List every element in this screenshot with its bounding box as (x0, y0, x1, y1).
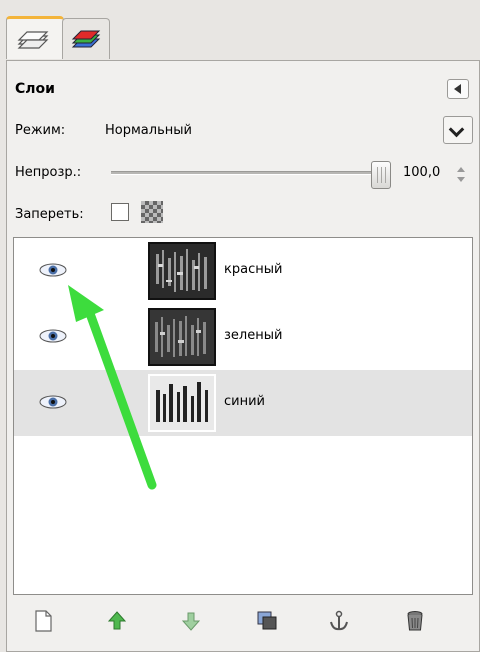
layer-thumbnail-image (150, 244, 214, 298)
raise-layer-icon (107, 611, 127, 630)
spin-down-icon[interactable] (457, 177, 465, 182)
lock-alpha-icon[interactable] (141, 201, 163, 223)
layer-name[interactable]: красный (224, 262, 282, 277)
spin-up-icon[interactable] (457, 167, 465, 172)
anchor-layer-icon (330, 610, 348, 631)
duplicate-layer-button[interactable] (253, 607, 281, 635)
layer-row[interactable]: зеленый (14, 304, 472, 370)
eye-icon[interactable] (38, 262, 68, 278)
mode-select[interactable]: Нормальный (105, 123, 192, 138)
panel-title: Слои (15, 81, 55, 97)
mode-dropdown-button[interactable] (443, 116, 473, 144)
layer-thumbnail[interactable] (148, 242, 216, 300)
delete-layer-button[interactable] (401, 607, 429, 635)
lock-pixels-checkbox[interactable] (111, 203, 129, 221)
lock-label: Запереть: (15, 207, 84, 222)
opacity-spin-buttons[interactable] (454, 161, 468, 189)
layer-row[interactable]: красный (14, 238, 472, 304)
panel-menu-button[interactable] (447, 79, 469, 99)
layer-thumbnail[interactable] (148, 374, 216, 432)
layer-toolbar (13, 601, 473, 641)
window-edge (480, 0, 488, 652)
layers-tab-icon (17, 31, 49, 49)
mode-label: Режим: (15, 123, 66, 138)
new-layer-button[interactable] (29, 607, 57, 635)
tab-channels[interactable] (62, 18, 110, 59)
layer-row-selected[interactable]: синий (14, 370, 472, 436)
anchor-layer-button[interactable] (325, 607, 353, 635)
layer-name[interactable]: зеленый (224, 328, 282, 343)
opacity-slider-track[interactable] (111, 172, 373, 175)
layer-thumbnail-image (150, 376, 214, 430)
delete-layer-icon (407, 611, 423, 631)
opacity-value-field[interactable]: 100,0 (403, 165, 440, 180)
tab-layers[interactable] (6, 16, 64, 59)
eye-icon[interactable] (38, 394, 68, 410)
layers-panel: Слои Режим: Нормальный Непрозр.: 100,0 З… (6, 60, 480, 652)
opacity-slider-fill (111, 171, 373, 172)
lower-layer-button[interactable] (177, 607, 205, 635)
layer-thumbnail-image (150, 310, 214, 364)
channels-tab-icon (71, 30, 101, 48)
chevron-down-icon (448, 121, 465, 138)
lower-layer-icon (181, 612, 201, 631)
layer-list[interactable]: красный зеленый синий (13, 237, 473, 595)
triangle-left-icon (454, 84, 461, 94)
dock-tab-bar (0, 0, 480, 60)
layers-dock: Слои Режим: Нормальный Непрозр.: 100,0 З… (0, 0, 488, 652)
layer-thumbnail[interactable] (148, 308, 216, 366)
raise-layer-button[interactable] (103, 607, 131, 635)
opacity-slider-handle[interactable] (371, 161, 391, 189)
layer-name[interactable]: синий (224, 394, 265, 409)
new-layer-icon (35, 610, 52, 632)
opacity-label: Непрозр.: (15, 165, 82, 180)
duplicate-layer-icon (257, 611, 277, 630)
eye-icon[interactable] (38, 328, 68, 344)
